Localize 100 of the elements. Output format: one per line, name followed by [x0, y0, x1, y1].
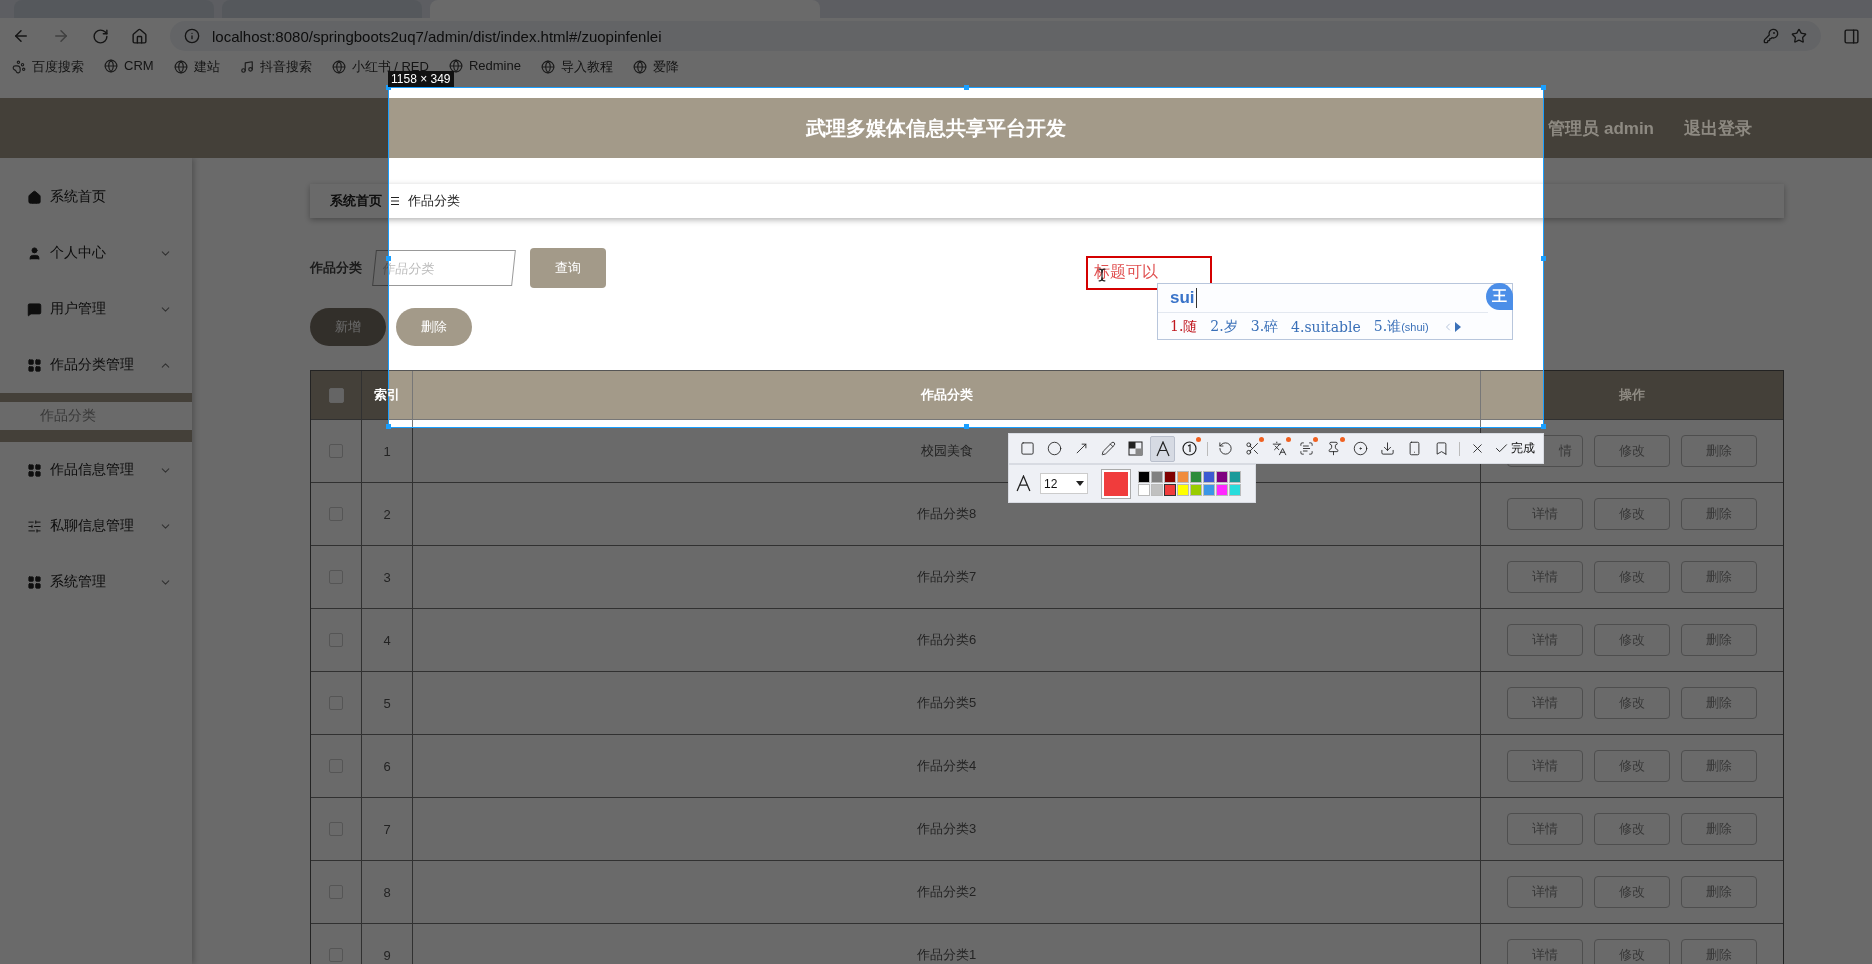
bookmark-item[interactable]: CRM: [104, 58, 154, 73]
color-chip[interactable]: [1151, 471, 1163, 483]
sliders-icon: [27, 518, 42, 534]
table-cell: 作品分类4: [916, 757, 977, 775]
home-icon: [27, 189, 42, 205]
select-all-checkbox[interactable]: [328, 387, 344, 403]
table-cell: 作品分类1: [916, 946, 977, 964]
color-chip[interactable]: [1177, 471, 1189, 483]
size-label: 1158 × 349: [388, 71, 454, 87]
chat-icon: [27, 301, 42, 317]
reload-icon[interactable]: [92, 27, 109, 45]
sidebar-item[interactable]: 个人中心: [0, 225, 192, 281]
grid-icon: [27, 357, 42, 373]
ime-candidate[interactable]: 5.谁(shui): [1373, 317, 1429, 336]
bookmark-item[interactable]: 导入教程: [540, 58, 613, 76]
table-cell: 6: [383, 758, 391, 774]
sidebar-item[interactable]: 作品分类管理: [0, 337, 192, 393]
column-header: 作品分类: [920, 386, 973, 404]
field-label: 作品分类: [310, 259, 362, 277]
bookmark-item[interactable]: Redmine: [448, 58, 521, 73]
table-cell: 作品分类8: [916, 505, 977, 523]
sidebar-item[interactable]: 作品信息管理: [0, 442, 192, 498]
color-chip[interactable]: [1203, 484, 1215, 496]
globe-icon: [104, 58, 118, 73]
current-color-swatch[interactable]: [1102, 469, 1130, 498]
table-cell: 作品分类5: [916, 694, 977, 712]
logout-link[interactable]: 退出登录: [1684, 116, 1752, 140]
key-icon[interactable]: [1763, 28, 1779, 44]
table-cell: 作品分类2: [916, 883, 977, 901]
music-note-icon: [239, 60, 254, 74]
resize-handle[interactable]: [964, 85, 969, 90]
bookmark-item[interactable]: 建站: [173, 58, 220, 76]
color-chip[interactable]: [1229, 484, 1241, 496]
table-cell: 2: [383, 506, 391, 522]
separator-icon: [390, 196, 400, 206]
sidebar-item[interactable]: 系统首页: [0, 169, 192, 225]
forward-icon[interactable]: [52, 27, 70, 45]
color-chip[interactable]: [1190, 484, 1202, 496]
user-icon: [27, 245, 42, 261]
resize-handle[interactable]: [964, 424, 969, 429]
color-chip[interactable]: [1229, 471, 1241, 483]
info-icon[interactable]: [184, 28, 200, 44]
ime-candidate[interactable]: 4.suitable: [1291, 318, 1361, 335]
color-chip[interactable]: [1177, 484, 1189, 496]
color-chip[interactable]: [1190, 471, 1202, 483]
table-cell: 9: [383, 947, 391, 963]
ime-candidate[interactable]: 2.岁: [1210, 317, 1238, 336]
globe-icon: [331, 60, 346, 74]
globe-icon: [540, 60, 555, 74]
globe-icon: [448, 58, 463, 73]
paw-icon: [12, 60, 26, 74]
table-cell: 作品分类6: [916, 631, 977, 649]
color-chip[interactable]: [1151, 484, 1163, 496]
table-cell: 5: [383, 695, 391, 711]
side-panel-icon[interactable]: [1843, 27, 1860, 45]
table-cell: 7: [383, 821, 391, 837]
ime-candidate[interactable]: 1.随: [1170, 317, 1198, 336]
next-arrow-icon[interactable]: [1453, 320, 1462, 333]
globe-icon: [173, 60, 188, 74]
search-button[interactable]: 查询: [530, 248, 606, 288]
url-text: localhost:8080/springboots2uq7/admin/dist/index.html#/zuopinfenlei: [212, 27, 662, 45]
color-chip[interactable]: [1203, 471, 1215, 483]
resize-handle[interactable]: [386, 256, 391, 261]
text-tool-icon[interactable]: [1150, 435, 1175, 462]
color-chip[interactable]: [1138, 484, 1150, 496]
font-icon: [1015, 475, 1032, 492]
bookmark-item[interactable]: 百度搜索: [12, 58, 84, 76]
user-label: 管理员 admin: [1548, 117, 1654, 140]
font-size-select[interactable]: 12: [1040, 473, 1088, 494]
table-cell: 校园美食: [920, 442, 973, 460]
breadcrumb-link[interactable]: 系统首页: [330, 192, 382, 210]
table-cell: 作品分类3: [916, 820, 977, 838]
home-icon[interactable]: [131, 27, 148, 45]
ime-candidate[interactable]: 3.碎: [1250, 317, 1279, 336]
table-cell: 作品分类7: [916, 568, 977, 586]
address-bar[interactable]: localhost:8080/springboots2uq7/admin/dist/index.html#/zuopinfenlei: [170, 21, 1821, 51]
sidebar-item[interactable]: 用户管理: [0, 281, 192, 337]
delete-button[interactable]: 删除: [396, 308, 472, 346]
bookmark-item[interactable]: 抖音搜索: [239, 58, 312, 76]
resize-handle[interactable]: [1541, 424, 1546, 429]
color-chip[interactable]: [1164, 471, 1176, 483]
column-header: 操作: [1619, 386, 1645, 404]
table-cell: 8: [383, 884, 391, 900]
bookmark-item[interactable]: 爱降: [632, 58, 679, 76]
resize-handle[interactable]: [386, 424, 391, 429]
color-chip[interactable]: [1164, 484, 1176, 496]
star-icon[interactable]: [1791, 28, 1807, 44]
color-chip[interactable]: [1138, 471, 1150, 483]
color-chip[interactable]: [1216, 471, 1228, 483]
app-title: 武理多媒体信息共享平台开发: [806, 115, 1066, 141]
resize-handle[interactable]: [1541, 256, 1546, 261]
resize-handle[interactable]: [1541, 85, 1546, 90]
color-chip[interactable]: [1216, 484, 1228, 496]
sidebar-item[interactable]: 系统管理: [0, 554, 192, 610]
globe-icon: [632, 60, 647, 74]
sidebar-item[interactable]: 私聊信息管理: [0, 498, 192, 554]
ime-logo: 王: [1486, 283, 1513, 310]
back-icon[interactable]: [12, 27, 30, 45]
breadcrumb-current: 作品分类: [408, 192, 460, 210]
table-cell: 4: [383, 632, 391, 648]
